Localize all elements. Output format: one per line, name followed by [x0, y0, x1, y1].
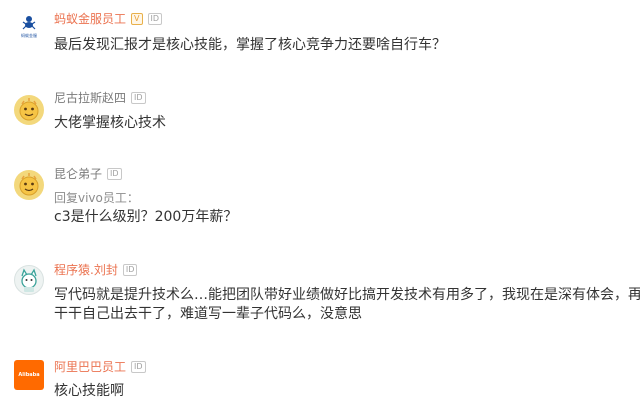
comment-text-line-2: 干干自己出去干了，难道写一辈子代码么，没意思: [54, 306, 362, 322]
comment-feed: 蚂蚁金服 蚂蚁金服员工 V ID 最后发现汇报才是核心技能，掌握了核心竞争力还要…: [0, 0, 640, 412]
id-badge[interactable]: ID: [122, 264, 138, 276]
avatar[interactable]: [14, 265, 44, 295]
yellow-mascot-avatar-icon: [19, 98, 39, 121]
id-badge[interactable]: ID: [147, 13, 163, 25]
name-row: 昆仑弟子 ID: [54, 166, 122, 182]
comment-item: 程序猿.刘封 ID 写代码就是提升技术么…能把团队带好业绩做好比搞开发技术有用多…: [0, 256, 640, 353]
username-link[interactable]: 程序猿.刘封: [54, 262, 118, 278]
username-link[interactable]: 尼古拉斯赵四: [54, 90, 126, 106]
username-link[interactable]: 昆仑弟子: [54, 166, 102, 182]
vip-badge[interactable]: V: [131, 13, 143, 25]
comment-text: 大佬掌握核心技术: [54, 115, 166, 131]
name-row: 尼古拉斯赵四 ID: [54, 90, 146, 106]
comment-text: c3是什么级别？200万年薪？: [54, 209, 238, 225]
comment-item: 尼古拉斯赵四 ID 大佬掌握核心技术: [0, 80, 640, 157]
username-link[interactable]: 阿里巴巴员工: [54, 359, 126, 375]
id-badge[interactable]: ID: [107, 168, 122, 180]
comment-text: 核心技能啊: [54, 383, 124, 399]
comment-item: 昆仑弟子 ID 回复vivo员工： c3是什么级别？200万年薪？: [0, 157, 640, 256]
reply-reference[interactable]: 回复vivo员工：: [54, 190, 139, 206]
name-row: 程序猿.刘封 ID: [54, 262, 138, 278]
username-link[interactable]: 蚂蚁金服员工: [54, 11, 126, 27]
yellow-mascot-avatar-icon: [19, 173, 39, 196]
comment-item: 蚂蚁金服 蚂蚁金服员工 V ID 最后发现汇报才是核心技能，掌握了核心竞争力还要…: [0, 0, 640, 80]
name-row: 阿里巴巴员工 ID: [54, 359, 146, 375]
alibaba-logo-icon: Alibaba: [18, 372, 40, 378]
comment-text: 最后发现汇报才是核心技能，掌握了核心竞争力还要啥自行车？: [54, 37, 446, 53]
avatar[interactable]: 蚂蚁金服: [14, 13, 44, 43]
id-badge[interactable]: ID: [131, 361, 146, 373]
name-row: 蚂蚁金服员工 V ID: [54, 11, 163, 27]
comment-item: Alibaba 阿里巴巴员工 ID 核心技能啊: [0, 353, 640, 412]
avatar[interactable]: [14, 170, 44, 200]
cartoon-cat-avatar-icon: [21, 268, 37, 292]
ant-financial-logo-icon: [22, 16, 36, 30]
avatar-logo-text: 蚂蚁金服: [21, 33, 37, 38]
avatar[interactable]: [14, 95, 44, 125]
avatar[interactable]: Alibaba: [14, 360, 44, 390]
id-badge[interactable]: ID: [131, 92, 146, 104]
